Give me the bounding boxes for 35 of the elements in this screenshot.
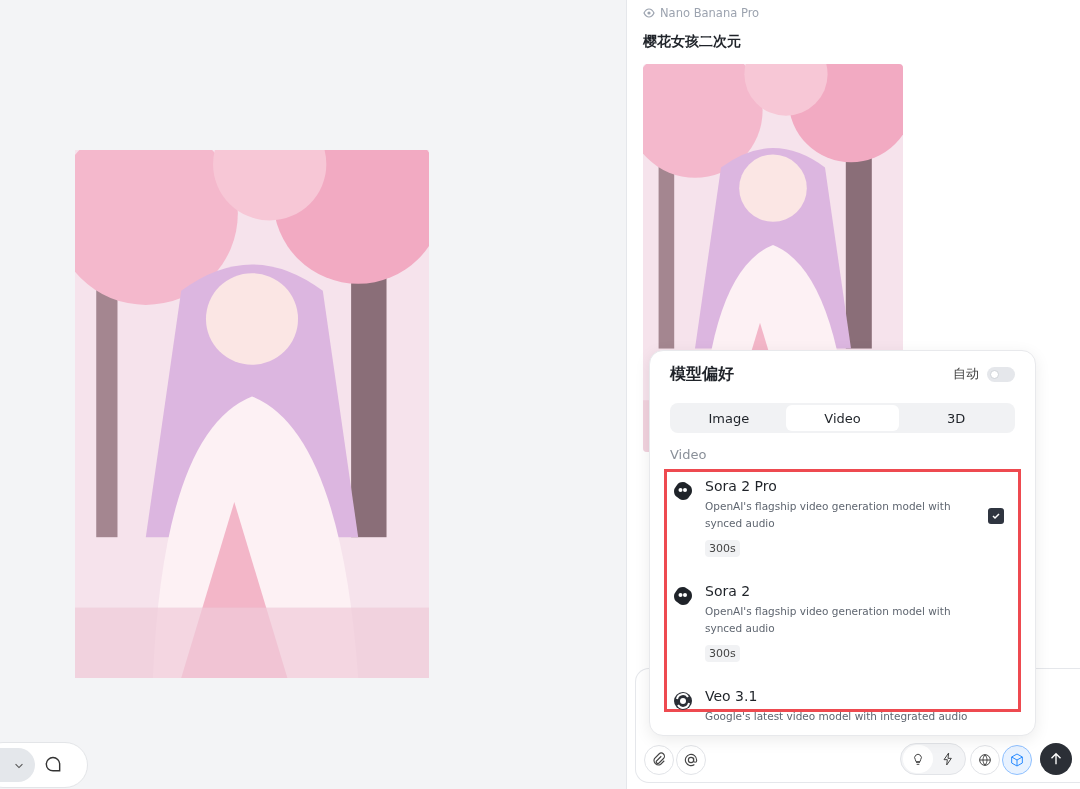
3d-mode-button[interactable] <box>1002 745 1032 775</box>
mention-button[interactable] <box>676 745 706 775</box>
think-mode-button[interactable] <box>903 745 933 773</box>
model-name[interactable]: Sora 2 Pro <box>705 478 988 494</box>
view-switch[interactable] <box>0 748 35 782</box>
web-search-button[interactable] <box>970 745 1000 775</box>
model-description: OpenAI's flagship video generation model with synced audio <box>705 499 952 531</box>
paperclip-icon <box>650 751 668 769</box>
globe-icon <box>977 752 993 768</box>
category-tab[interactable]: Video <box>785 405 900 431</box>
model-description: Google's latest video model with integrated audio <box>705 709 969 724</box>
section-label: Video <box>670 447 708 462</box>
auto-toggle[interactable] <box>987 366 1015 382</box>
duration-tag: 300s <box>705 540 740 557</box>
model-label: Nano Banana Pro <box>660 6 760 20</box>
model-name[interactable]: Sora 2 <box>705 583 988 599</box>
auto-label: 自动 <box>953 365 979 383</box>
model-description: OpenAI's flagship video generation model with synced audio <box>705 604 952 636</box>
blob-logo-icon <box>673 481 693 501</box>
panel-title: 模型偏好 <box>670 363 735 385</box>
attach-button[interactable] <box>644 745 674 775</box>
checkmark-icon <box>991 510 1001 521</box>
category-tab[interactable]: 3D <box>899 405 1013 431</box>
duration-tag: 300s <box>705 645 740 662</box>
swirl-logo-icon <box>673 691 693 711</box>
cube-icon <box>1009 752 1025 768</box>
category-tab[interactable]: Image <box>672 405 786 431</box>
at-sign-icon <box>682 751 700 769</box>
send-button[interactable] <box>1040 743 1072 775</box>
checkbox[interactable] <box>988 507 1004 524</box>
model-name[interactable]: Veo 3.1 <box>705 688 988 704</box>
chat-bubble-icon <box>43 755 63 775</box>
message-title: 樱花女孩二次元 <box>643 33 742 51</box>
blob-logo-icon <box>673 586 693 606</box>
eye-icon <box>643 7 655 19</box>
